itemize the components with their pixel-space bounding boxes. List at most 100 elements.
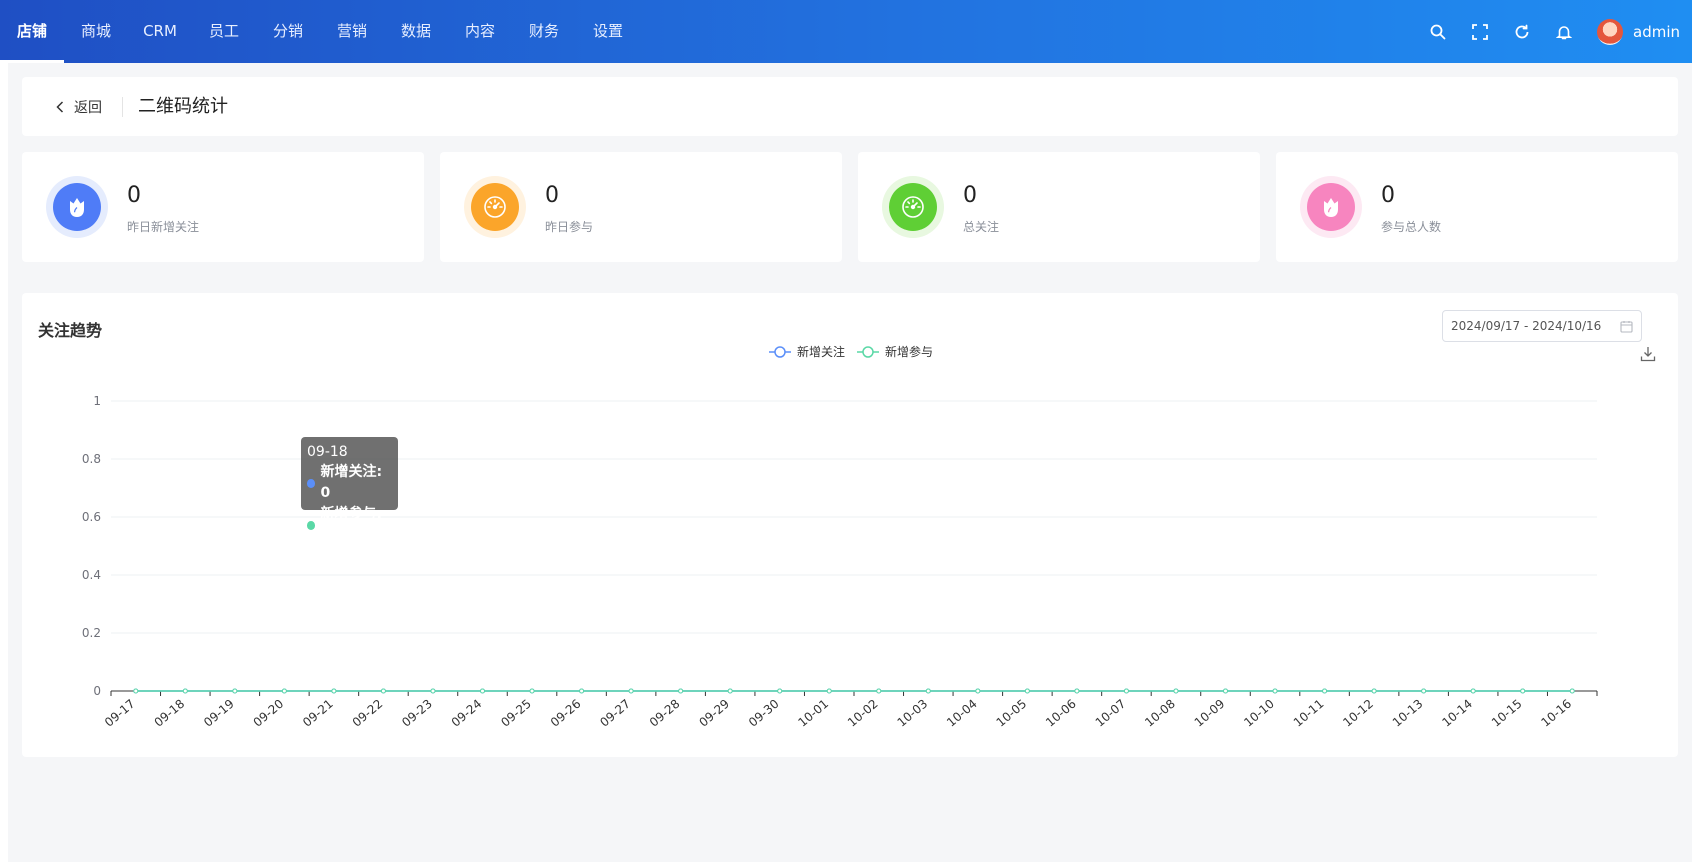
x-tick-label: 10-07 — [1093, 697, 1129, 730]
chart-tooltip: 09-18 新增关注: 0 新增参与: 0 — [301, 437, 398, 543]
tulip-icon — [53, 183, 101, 231]
nav-item-content[interactable]: 内容 — [448, 0, 512, 63]
legend-marker-icon — [774, 346, 786, 358]
data-point — [1322, 688, 1328, 694]
x-tick-label: 09-18 — [152, 697, 188, 730]
x-tick-label: 10-02 — [845, 697, 881, 730]
tooltip-row-participation: 新增参与: 0 — [307, 504, 392, 546]
data-point — [628, 688, 634, 694]
data-point — [925, 688, 931, 694]
y-tick-label: 0.6 — [82, 510, 101, 524]
tooltip-row-follow: 新增关注: 0 — [307, 462, 392, 504]
x-tick-label: 09-24 — [449, 697, 485, 730]
stat-card-yesterday-follow: 0 昨日新增关注 — [22, 152, 424, 262]
data-point — [777, 688, 783, 694]
stat-card-total-follow: 0 总关注 — [858, 152, 1260, 262]
main-nav: 店铺 商城 CRM 员工 分销 营销 数据 内容 财务 设置 — [0, 0, 640, 63]
data-point — [1421, 688, 1427, 694]
x-tick-label: 10-06 — [1043, 697, 1079, 730]
trend-chart-card: 关注趋势 2024/09/17 - 2024/10/16 0 0.2 0.4 0.6 0… — [22, 293, 1678, 757]
stat-card-total-participants: 0 参与总人数 — [1276, 152, 1678, 262]
tooltip-row-label: 新增关注: 0 — [320, 464, 383, 501]
nav-item-settings[interactable]: 设置 — [576, 0, 640, 63]
fullscreen-icon[interactable] — [1459, 0, 1501, 63]
avatar[interactable] — [1597, 18, 1623, 45]
x-tick-label: 10-15 — [1489, 697, 1525, 730]
sidebar-strip — [0, 63, 8, 862]
data-point — [1173, 688, 1179, 694]
nav-item-marketing[interactable]: 营销 — [320, 0, 384, 63]
stat-value: 0 — [545, 183, 559, 208]
stat-card-yesterday-participation: 0 昨日参与 — [440, 152, 842, 262]
y-tick-label: 1 — [93, 394, 101, 408]
stat-value: 0 — [963, 183, 977, 208]
nav-item-staff[interactable]: 员工 — [192, 0, 256, 63]
back-label: 返回 — [74, 99, 102, 116]
nav-item-crm[interactable]: CRM — [128, 0, 192, 63]
y-tick-label: 0.8 — [82, 452, 101, 466]
nav-item-store[interactable]: 店铺 — [0, 0, 64, 63]
y-tick-label: 0.4 — [82, 568, 101, 582]
search-icon[interactable] — [1417, 0, 1459, 63]
bell-icon[interactable] — [1543, 0, 1585, 63]
stat-icon-ring — [464, 176, 526, 238]
x-tick-label: 09-17 — [102, 697, 138, 730]
x-tick-label: 09-25 — [498, 697, 534, 730]
data-point — [430, 688, 436, 694]
data-point — [281, 688, 287, 694]
data-point — [331, 688, 337, 694]
data-point — [480, 688, 485, 694]
x-tick-label: 09-28 — [647, 697, 683, 730]
legend-label: 新增关注 — [797, 344, 845, 359]
x-tick-label: 10-08 — [1142, 697, 1178, 730]
data-point — [727, 688, 733, 694]
x-tick-label: 10-03 — [895, 697, 931, 730]
x-tick-label: 10-13 — [1390, 697, 1426, 730]
back-button[interactable]: 返回 — [56, 77, 102, 136]
legend-label: 新增参与 — [885, 344, 933, 359]
data-point — [975, 688, 981, 694]
nav-item-finance[interactable]: 财务 — [512, 0, 576, 63]
data-point — [1272, 688, 1278, 694]
x-tick-label: 09-19 — [201, 697, 237, 730]
x-tick-label: 10-11 — [1291, 697, 1327, 730]
y-tick-label: 0.2 — [82, 626, 101, 640]
data-point — [380, 688, 386, 694]
x-tick-label: 09-20 — [251, 697, 287, 730]
speedometer-icon — [889, 183, 937, 231]
trend-line-chart: 0 0.2 0.4 0.6 0.8 1 09-17 09-18 09-19 09-20 09-21 0… — [82, 344, 1598, 730]
stat-label: 总关注 — [963, 220, 1000, 234]
stat-value: 0 — [1381, 183, 1395, 208]
data-point — [1024, 688, 1030, 694]
nav-item-mall[interactable]: 商城 — [64, 0, 128, 63]
data-point — [1371, 688, 1377, 694]
refresh-icon[interactable] — [1501, 0, 1543, 63]
stat-label: 昨日新增关注 — [127, 220, 200, 234]
data-point — [1123, 688, 1129, 694]
tooltip-date: 09-18 — [307, 444, 348, 460]
stat-icon-ring — [1300, 176, 1362, 238]
x-tick-label: 10-09 — [1192, 697, 1228, 730]
x-tick-label: 10-05 — [994, 697, 1030, 730]
data-point — [133, 688, 139, 694]
series-dot-icon — [307, 520, 316, 530]
top-navbar: 店铺 商城 CRM 员工 分销 营销 数据 内容 财务 设置 admin — [0, 0, 1692, 63]
data-point — [579, 688, 585, 694]
nav-item-distribution[interactable]: 分销 — [256, 0, 320, 63]
top-tools: admin — [1417, 0, 1692, 63]
x-tick-label: 09-22 — [350, 697, 386, 730]
x-tick-label: 09-30 — [746, 697, 782, 730]
nav-item-data[interactable]: 数据 — [384, 0, 448, 63]
stat-icon-ring — [882, 176, 944, 238]
x-tick-label: 10-10 — [1241, 697, 1277, 730]
x-tick-label: 09-23 — [399, 697, 435, 730]
data-point — [826, 688, 832, 694]
stat-label: 参与总人数 — [1381, 220, 1442, 234]
x-tick-label: 10-16 — [1538, 697, 1574, 730]
username[interactable]: admin — [1633, 23, 1680, 41]
x-tick-label: 10-12 — [1340, 697, 1376, 730]
data-point — [529, 688, 535, 694]
x-tick-label: 09-29 — [696, 697, 732, 730]
data-point — [876, 688, 882, 694]
legend-marker-icon — [862, 346, 874, 358]
